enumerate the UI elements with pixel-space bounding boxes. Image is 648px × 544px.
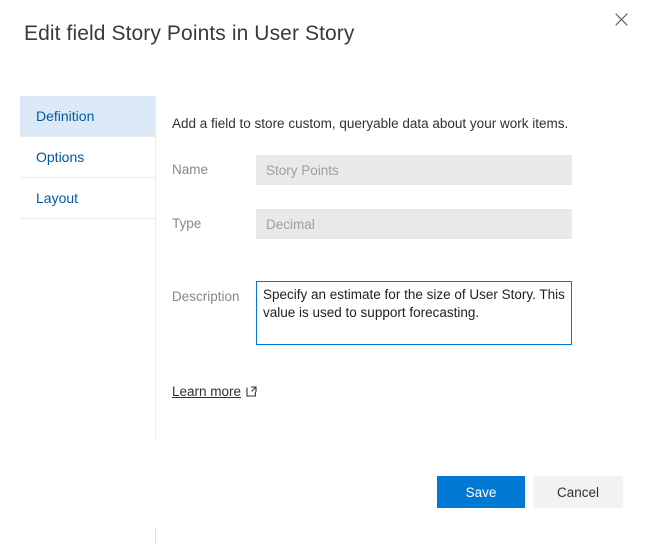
close-icon bbox=[614, 12, 628, 26]
learn-more-row: Learn more bbox=[172, 383, 632, 401]
close-button[interactable] bbox=[606, 4, 636, 34]
type-input[interactable] bbox=[256, 209, 572, 239]
page-title: Edit field Story Points in User Story bbox=[24, 22, 355, 45]
rail-divider-stub bbox=[155, 528, 156, 544]
form-content: Add a field to store custom, queryable d… bbox=[172, 96, 632, 401]
name-input[interactable] bbox=[256, 155, 572, 185]
learn-more-label: Learn more bbox=[172, 384, 242, 399]
sidebar-item-definition[interactable]: Definition bbox=[20, 96, 155, 137]
description-textarea[interactable] bbox=[256, 281, 572, 345]
sidebar-item-options[interactable]: Options bbox=[20, 137, 155, 178]
form-intro-text: Add a field to store custom, queryable d… bbox=[172, 116, 569, 131]
cancel-button[interactable]: Cancel bbox=[533, 476, 623, 508]
dialog-footer: Save Cancel bbox=[0, 476, 648, 516]
save-button[interactable]: Save bbox=[437, 476, 525, 508]
type-label: Type bbox=[172, 216, 202, 231]
description-label: Description bbox=[172, 289, 240, 304]
dialog-header: Edit field Story Points in User Story bbox=[0, 0, 648, 90]
form-row-type: Type bbox=[172, 209, 632, 239]
dialog-body: Definition Options Layout Add a field to… bbox=[0, 96, 648, 544]
form-row-description: Description bbox=[172, 281, 632, 345]
external-link-icon bbox=[246, 386, 257, 397]
sidebar-item-label: Options bbox=[36, 149, 85, 165]
sidebar-item-label: Definition bbox=[36, 108, 95, 124]
pivot-rail: Definition Options Layout bbox=[20, 96, 155, 219]
form-row-name: Name bbox=[172, 155, 632, 185]
learn-more-link[interactable]: Learn more bbox=[172, 384, 257, 399]
sidebar-item-label: Layout bbox=[36, 190, 79, 206]
rail-divider bbox=[155, 96, 156, 440]
sidebar-item-layout[interactable]: Layout bbox=[20, 178, 155, 219]
name-label: Name bbox=[172, 162, 209, 177]
